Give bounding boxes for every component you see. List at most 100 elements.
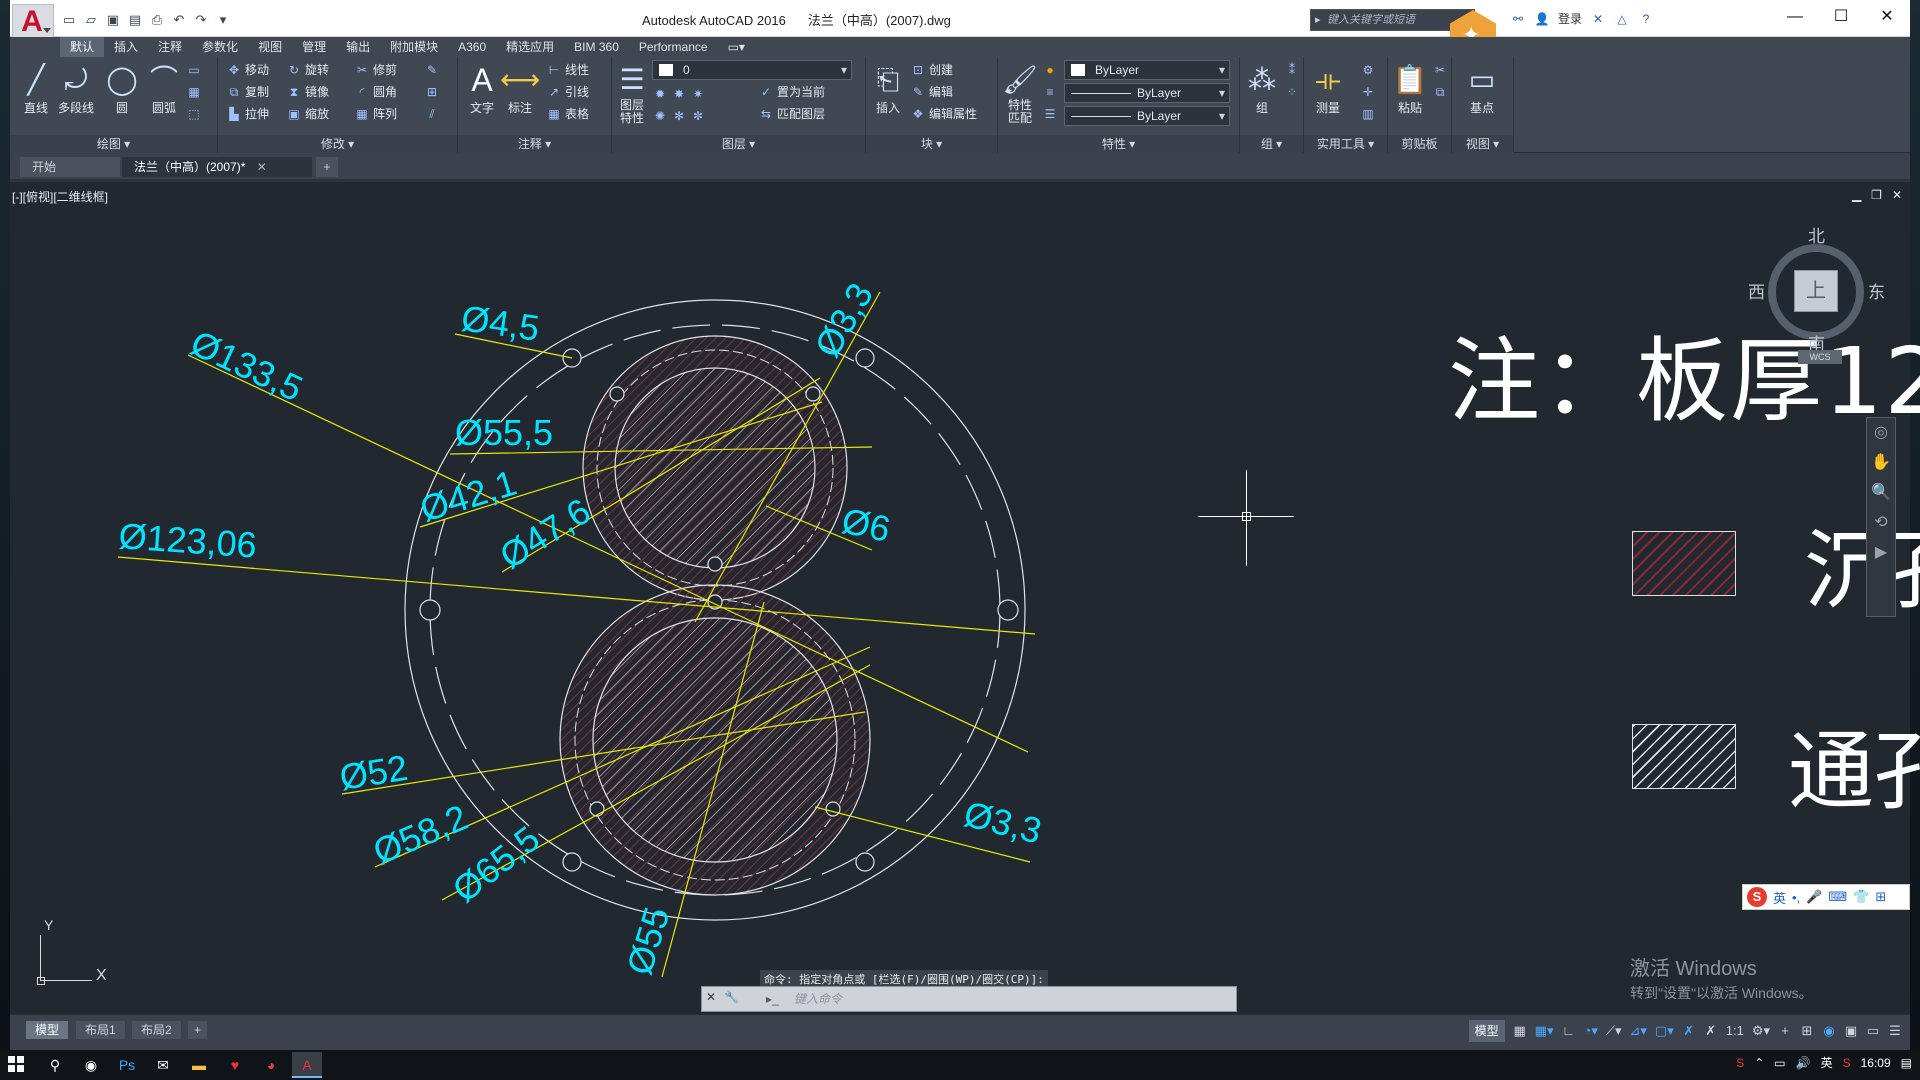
linear-button[interactable]: ⊢ 线性 — [546, 59, 589, 81]
command-customize-icon[interactable]: 🔧 — [724, 990, 739, 1004]
annotation-scale-value[interactable]: 1:1 — [1726, 1020, 1744, 1042]
offset-button[interactable]: ⫽ — [424, 103, 443, 125]
clean-screen-icon[interactable]: ▭ — [1866, 1020, 1880, 1042]
measure-button[interactable]: ⟛ 测量 — [1308, 61, 1348, 116]
erase-button[interactable]: ✎ — [424, 59, 443, 81]
new-file-icon[interactable]: ▭ — [60, 12, 78, 28]
doc-tab-active[interactable]: 法兰（中高）(2007)* ✕ — [122, 157, 312, 177]
insert-block-button[interactable]: ⎗ 插入 — [868, 61, 908, 116]
match-layer-button[interactable]: ⇆ 匹配图层 — [758, 103, 825, 125]
tab-insert[interactable]: 插入 — [104, 37, 148, 57]
clock[interactable]: 16:09 — [1861, 1056, 1891, 1070]
viewcube-east[interactable]: 东 — [1868, 278, 1885, 303]
orbit-icon[interactable]: ⟲ — [1867, 508, 1895, 538]
open-file-icon[interactable]: ▱ — [82, 12, 100, 28]
ime-punctuation-icon[interactable]: •, — [1792, 890, 1800, 905]
panel-modify-title[interactable]: 修改 ▾ — [218, 135, 457, 153]
steering-wheel-icon[interactable]: ◎ — [1867, 418, 1895, 448]
redo-icon[interactable]: ↷ — [192, 12, 210, 28]
copy-clip-icon[interactable]: ⧉ — [1432, 81, 1451, 103]
panel-block-title[interactable]: 块 ▾ — [866, 135, 997, 153]
lineweight-dropdown[interactable]: ByLayer — [1064, 106, 1230, 126]
sogou-tray-icon-2[interactable]: S — [1843, 1056, 1851, 1070]
binoculars-icon[interactable]: ⚯ — [1510, 11, 1526, 27]
layer-tools-row1[interactable]: ✹ ✸ ✷ — [652, 83, 709, 105]
stretch-button[interactable]: ▙ 拉伸 — [226, 103, 269, 125]
scale-button[interactable]: ▣ 缩放 — [286, 103, 329, 125]
pan-icon[interactable]: ✋ — [1867, 448, 1895, 478]
grid-icon[interactable]: ▦ — [1513, 1020, 1527, 1042]
isolate-objects-icon[interactable]: ◉ — [1822, 1020, 1836, 1042]
polyline-button[interactable]: ⤾ 多段线 — [56, 61, 96, 116]
workspace-gear-icon[interactable]: ⚙▾ — [1752, 1020, 1770, 1042]
ungroup-icon[interactable]: ⁑ — [1284, 59, 1303, 81]
viewcube-north[interactable]: 北 — [1808, 222, 1825, 247]
create-block-button[interactable]: ⊡ 创建 — [910, 59, 953, 81]
command-close-icon[interactable]: ✕ — [706, 990, 716, 1004]
edit-block-button[interactable]: ✎ 编辑 — [910, 81, 953, 103]
polar-icon[interactable]: ◔▾ — [1583, 1020, 1597, 1042]
ortho-icon[interactable]: ∟ — [1561, 1020, 1575, 1042]
new-tab-button[interactable]: + — [316, 157, 338, 177]
drawing-canvas[interactable]: [-][俯视][二维线框] ▁ ❐ ✕ Ø133,5 Ø123,06 Ø4,5 … — [10, 182, 1920, 1014]
tab-manage[interactable]: 管理 — [292, 37, 336, 57]
hardware-accel-icon[interactable]: ▣ — [1844, 1020, 1858, 1042]
object-snap-icon[interactable]: ⊿▾ — [1630, 1020, 1647, 1042]
tab-bim360[interactable]: BIM 360 — [564, 37, 629, 57]
rotate-button[interactable]: ↻ 旋转 — [286, 59, 329, 81]
fillet-button[interactable]: ◜ 圆角 — [354, 81, 397, 103]
panel-draw-title[interactable]: 绘图 ▾ — [10, 135, 217, 153]
browser-app-icon[interactable]: ◉ — [76, 1052, 106, 1078]
match-properties-button[interactable]: 🖌 特性 匹配 — [1000, 61, 1040, 125]
units-icon[interactable]: ⊞ — [1800, 1020, 1814, 1042]
sogou-tray-icon[interactable]: S — [1736, 1056, 1744, 1070]
plot-icon[interactable]: ⎙ — [148, 12, 166, 28]
edit-attributes-button[interactable]: ❖ 编辑属性 — [910, 103, 977, 125]
layer-dropdown[interactable]: 0 — [652, 60, 852, 80]
zoom-icon[interactable]: 🔍 — [1867, 478, 1895, 508]
windows-start-icon[interactable] — [8, 1056, 24, 1072]
line-button[interactable]: ╱ 直线 — [16, 61, 56, 116]
notifications-icon[interactable]: ▤ — [1901, 1056, 1912, 1070]
ime-skin-icon[interactable]: 👕 — [1853, 889, 1869, 905]
snap-icon[interactable]: ▦▾ — [1535, 1020, 1554, 1042]
login-link[interactable]: 登录 — [1558, 10, 1582, 27]
tab-view[interactable]: 视图 — [248, 37, 292, 57]
arc-button[interactable]: ⌒ 圆弧 — [144, 61, 184, 116]
trim-button[interactable]: ✂ 修剪 — [354, 59, 397, 81]
add-layout-button[interactable]: + — [188, 1021, 208, 1039]
array-button[interactable]: ▦ 阵列 — [354, 103, 397, 125]
wcs-menu[interactable]: WCS — [1798, 350, 1842, 364]
user-icon[interactable]: 👤 — [1534, 11, 1550, 27]
tab-a360[interactable]: A360 — [448, 37, 496, 57]
base-view-button[interactable]: ▭ 基点 — [1462, 61, 1502, 116]
customize-qat-icon[interactable]: ▾ — [214, 12, 232, 28]
tab-annotate[interactable]: 注释 — [148, 37, 192, 57]
panel-clipboard-title[interactable]: 剪贴板 — [1388, 135, 1451, 153]
layout-tab-model[interactable]: 模型 — [26, 1021, 69, 1039]
osnap-tracking-icon[interactable]: ▢▾ — [1655, 1020, 1674, 1042]
undo-icon[interactable]: ↶ — [170, 12, 188, 28]
isodraft-icon[interactable]: ⟋▾ — [1606, 1020, 1622, 1042]
ribbon-minimize-icon[interactable]: ▭▾ — [718, 37, 755, 57]
ime-language[interactable]: 英 — [1773, 888, 1786, 907]
application-menu-button[interactable]: A — [12, 4, 54, 38]
sogou-logo-icon[interactable]: S — [1747, 887, 1767, 907]
panel-properties-title[interactable]: 特性 ▾ — [998, 135, 1239, 153]
file-explorer-icon[interactable]: ▬ — [184, 1052, 214, 1078]
showmotion-icon[interactable]: ▶ — [1867, 538, 1895, 568]
command-input[interactable]: 键入命令 — [760, 989, 1220, 1009]
ime-tools-icon[interactable]: ⊞ — [1875, 889, 1886, 905]
autocad-taskbar-icon[interactable]: A — [292, 1052, 322, 1078]
network-icon[interactable]: ▭ — [1774, 1056, 1785, 1070]
input-language[interactable]: 英 — [1821, 1054, 1833, 1071]
layer-tools-row2[interactable]: ✺ ✻ ✼ — [652, 105, 709, 127]
exchange-apps-icon[interactable]: ✕ — [1590, 11, 1606, 27]
layout-tab-layout1[interactable]: 布局1 — [76, 1021, 125, 1039]
panel-groups-title[interactable]: 组 ▾ — [1240, 135, 1303, 153]
tab-default[interactable]: 默认 — [60, 37, 105, 57]
panel-layers-title[interactable]: 图层 ▾ — [612, 135, 865, 153]
point-icon[interactable]: ✛ — [1360, 81, 1379, 103]
circle-button[interactable]: ◯ 圆 — [102, 61, 142, 116]
tab-featured-apps[interactable]: 精选应用 — [496, 37, 564, 57]
